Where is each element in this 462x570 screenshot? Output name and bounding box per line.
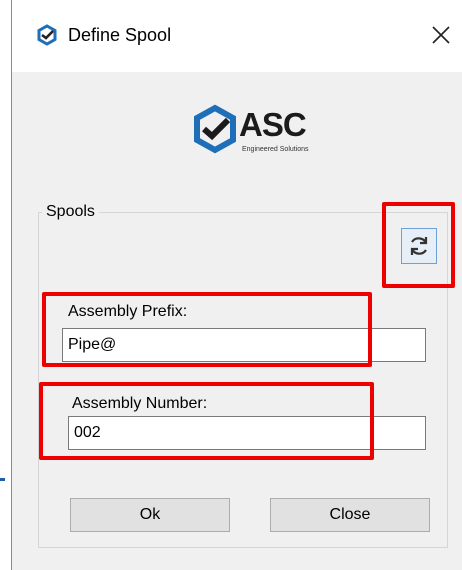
asc-hexagon-icon: [194, 104, 236, 154]
assembly-number-label: Assembly Number:: [72, 395, 208, 412]
refresh-icon: [410, 237, 428, 255]
logo-subtitle: Engineered Solutions: [242, 146, 309, 153]
assembly-prefix-input[interactable]: Pipe@: [62, 328, 426, 362]
background-edge: [0, 0, 10, 570]
background-marker: [0, 478, 5, 481]
screen: Define Spool ASC Engineered Solutions Sp…: [0, 0, 462, 570]
close-icon: [432, 26, 450, 44]
assembly-prefix-label: Assembly Prefix:: [68, 303, 188, 320]
app-logo-icon: [37, 24, 57, 46]
define-spool-dialog: Define Spool ASC Engineered Solutions Sp…: [11, 0, 462, 570]
refresh-button[interactable]: [401, 228, 437, 264]
assembly-number-input[interactable]: 002: [68, 416, 426, 450]
close-window-button[interactable]: [424, 18, 458, 52]
logo-brand-text: ASC: [239, 106, 307, 143]
close-button[interactable]: Close: [270, 498, 430, 532]
title-bar[interactable]: Define Spool: [12, 0, 462, 72]
asc-logo: ASC Engineered Solutions: [190, 104, 330, 162]
window-title: Define Spool: [68, 25, 172, 45]
spools-group-label: Spools: [42, 202, 99, 222]
ok-button[interactable]: Ok: [70, 498, 230, 532]
